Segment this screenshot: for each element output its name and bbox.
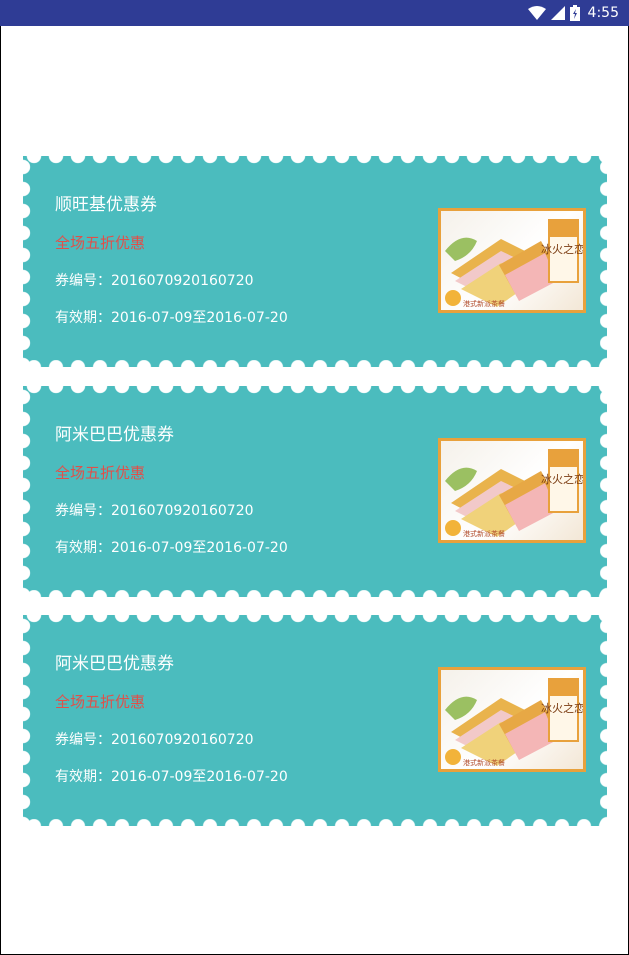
battery-charging-icon	[569, 5, 580, 21]
coupon-validity: 有效期：2016-07-09至2016-07-20	[55, 769, 288, 785]
coupon-discount: 全场五折优惠	[55, 693, 146, 711]
coupon-code: 券编号：2016070920160720	[55, 273, 254, 289]
coupon-title: 顺旺基优惠券	[55, 195, 157, 215]
coupon-image: 冰火之恋 港式新派茶餐	[438, 438, 586, 543]
image-brand-text: 冰火之恋	[541, 242, 583, 256]
scallop-edge-left	[16, 156, 30, 367]
scallop-edge-left	[16, 386, 30, 597]
coupon-code: 券编号：2016070920160720	[55, 503, 254, 519]
coupon-image: 冰火之恋 港式新派茶餐	[438, 208, 586, 313]
coupon-title: 阿米巴巴优惠券	[55, 425, 174, 445]
coupon-card[interactable]: 阿米巴巴优惠券 全场五折优惠 券编号：2016070920160720 有效期：…	[16, 608, 614, 833]
scallop-edge-top	[23, 379, 607, 393]
sandwich-photo: 冰火之恋 港式新派茶餐	[445, 449, 583, 538]
image-watermark-text: 港式新派茶餐	[463, 529, 505, 538]
sandwich-photo: 冰火之恋 港式新派茶餐	[445, 678, 583, 767]
scallop-edge-bottom	[23, 819, 607, 833]
image-brand-text: 冰火之恋	[541, 472, 583, 486]
status-bar: 4:55	[0, 0, 629, 26]
status-time: 4:55	[587, 5, 619, 21]
status-icons: 4:55	[527, 3, 619, 23]
sandwich-photo: 冰火之恋 港式新派茶餐	[445, 219, 583, 308]
coupon-discount: 全场五折优惠	[55, 464, 146, 482]
wifi-icon	[527, 6, 546, 20]
image-brand-text: 冰火之恋	[541, 701, 583, 715]
scallop-edge-top	[23, 149, 607, 163]
coupon-discount: 全场五折优惠	[55, 234, 146, 252]
scallop-edge-top	[23, 608, 607, 622]
image-watermark-text: 港式新派茶餐	[463, 758, 505, 767]
coupon-card[interactable]: 顺旺基优惠券 全场五折优惠 券编号：2016070920160720 有效期：2…	[16, 149, 614, 374]
image-watermark-text: 港式新派茶餐	[463, 299, 505, 308]
scallop-edge-right	[600, 156, 614, 367]
scallop-edge-left	[16, 615, 30, 826]
frame-border-left	[0, 26, 1, 955]
coupon-validity: 有效期：2016-07-09至2016-07-20	[55, 540, 288, 556]
coupon-card[interactable]: 阿米巴巴优惠券 全场五折优惠 券编号：2016070920160720 有效期：…	[16, 379, 614, 604]
coupon-validity: 有效期：2016-07-09至2016-07-20	[55, 310, 288, 326]
scallop-edge-right	[600, 615, 614, 826]
coupon-image: 冰火之恋 港式新派茶餐	[438, 667, 586, 772]
signal-icon	[550, 6, 565, 20]
coupon-code: 券编号：2016070920160720	[55, 732, 254, 748]
scallop-edge-bottom	[23, 360, 607, 374]
coupon-title: 阿米巴巴优惠券	[55, 654, 174, 674]
scallop-edge-right	[600, 386, 614, 597]
scallop-edge-bottom	[23, 590, 607, 604]
